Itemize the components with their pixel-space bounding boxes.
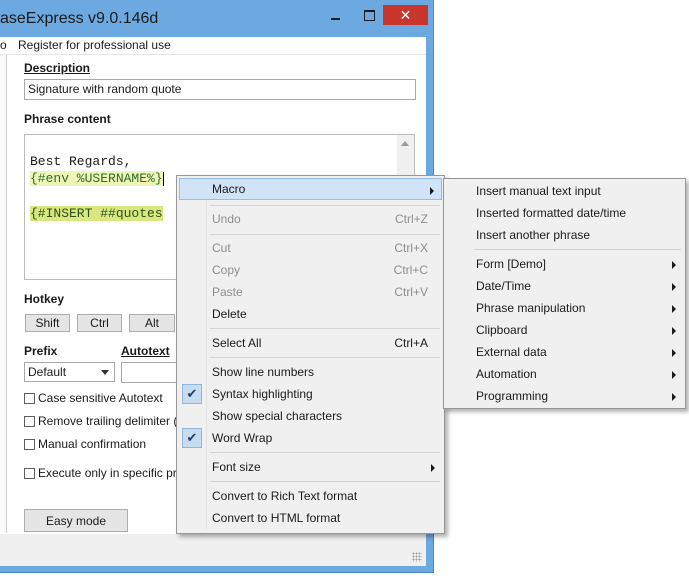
submenu-item-manual-text-input[interactable]: Insert manual text input <box>446 180 683 202</box>
execute-specific-checkbox[interactable]: Execute only in specific prog <box>24 466 190 480</box>
submenu-item-programming[interactable]: Programming <box>446 385 683 407</box>
menu-item-word-wrap[interactable]: ✔ Word Wrap <box>179 427 442 449</box>
checkbox-box[interactable] <box>24 415 35 427</box>
menu-item-help[interactable]: o <box>0 38 7 52</box>
chevron-right-icon <box>672 349 676 357</box>
submenu-item-form-demo[interactable]: Form [Demo] <box>446 253 683 275</box>
menu-separator <box>210 234 440 235</box>
checkbox-box[interactable] <box>24 392 35 404</box>
macro-insert-quotes: {#INSERT ##quotes <box>30 206 163 221</box>
hotkey-label: Hotkey <box>24 292 65 306</box>
chevron-right-icon <box>672 393 676 401</box>
chevron-right-icon <box>672 261 676 269</box>
editor-context-menu: Macro Undo Ctrl+Z Cut Ctrl+X Copy Ctrl+C… <box>176 175 445 534</box>
menu-separator <box>210 205 440 206</box>
menu-separator <box>210 481 440 482</box>
description-input[interactable]: Signature with random quote <box>24 79 416 100</box>
description-label: Description <box>24 61 91 75</box>
submenu-item-automation[interactable]: Automation <box>446 363 683 385</box>
checkmark-icon: ✔ <box>182 428 202 448</box>
minimize-icon <box>330 18 340 20</box>
menu-item-convert-rtf[interactable]: Convert to Rich Text format <box>179 485 442 507</box>
checkbox-box[interactable] <box>24 467 35 479</box>
ctrl-button[interactable]: Ctrl <box>77 314 122 332</box>
submenu-item-insert-phrase[interactable]: Insert another phrase <box>446 224 683 246</box>
chevron-right-icon <box>672 371 676 379</box>
checkbox-box[interactable] <box>24 438 35 450</box>
submenu-item-date-time[interactable]: Date/Time <box>446 275 683 297</box>
menu-item-delete[interactable]: Delete <box>179 303 442 325</box>
chevron-right-icon <box>672 283 676 291</box>
manual-confirmation-checkbox[interactable]: Manual confirmation <box>24 437 146 451</box>
menu-item-paste[interactable]: Paste Ctrl+V <box>179 281 442 303</box>
menu-item-copy[interactable]: Copy Ctrl+C <box>179 259 442 281</box>
scroll-up-icon[interactable] <box>401 141 409 146</box>
prefix-select[interactable]: Default <box>24 362 115 382</box>
chevron-right-icon <box>672 305 676 313</box>
macro-submenu: Insert manual text input Inserted format… <box>443 178 686 409</box>
window-title: aseExpress v9.0.146d <box>0 10 159 27</box>
menu-separator <box>210 357 440 358</box>
chevron-right-icon <box>430 187 434 195</box>
checkmark-icon: ✔ <box>182 384 202 404</box>
minimize-button[interactable] <box>322 5 348 25</box>
editor-line: {#INSERT ##quotes <box>30 206 163 221</box>
chevron-right-icon <box>672 327 676 335</box>
editor-line: Best Regards, <box>30 154 132 169</box>
submenu-item-formatted-date-time[interactable]: Inserted formatted date/time <box>446 202 683 224</box>
title-bar[interactable]: aseExpress v9.0.146d ✕ <box>0 0 433 37</box>
easy-mode-button[interactable]: Easy mode <box>24 509 128 532</box>
menu-item-select-all[interactable]: Select All Ctrl+A <box>179 332 442 354</box>
prefix-label: Prefix <box>24 344 58 358</box>
submenu-item-phrase-manipulation[interactable]: Phrase manipulation <box>446 297 683 319</box>
menu-bar: o Register for professional use <box>0 37 426 55</box>
maximize-icon <box>363 9 375 21</box>
submenu-item-clipboard[interactable]: Clipboard <box>446 319 683 341</box>
menu-item-syntax-highlighting[interactable]: ✔ Syntax highlighting <box>179 383 442 405</box>
macro-env-username: {#env %USERNAME%} <box>30 171 163 186</box>
autotext-input[interactable] <box>121 362 177 383</box>
menu-item-cut[interactable]: Cut Ctrl+X <box>179 237 442 259</box>
menu-item-undo[interactable]: Undo Ctrl+Z <box>179 208 442 230</box>
menu-item-register[interactable]: Register for professional use <box>18 38 171 52</box>
remove-delimiter-checkbox[interactable]: Remove trailing delimiter (po <box>24 414 191 428</box>
close-button[interactable]: ✕ <box>383 5 428 25</box>
submenu-item-external-data[interactable]: External data <box>446 341 683 363</box>
text-caret <box>162 171 164 186</box>
menu-item-show-special-characters[interactable]: Show special characters <box>179 405 442 427</box>
close-icon: ✕ <box>399 6 412 23</box>
case-sensitive-checkbox[interactable]: Case sensitive Autotext <box>24 391 163 405</box>
menu-separator <box>210 328 440 329</box>
chevron-down-icon <box>101 370 109 375</box>
menu-separator <box>210 452 440 453</box>
editor-line: {#env %USERNAME%} <box>30 171 164 186</box>
phrase-content-label: Phrase content <box>24 112 111 126</box>
shift-button[interactable]: Shift <box>25 314 70 332</box>
alt-button[interactable]: Alt <box>129 314 175 332</box>
maximize-button[interactable] <box>356 5 382 25</box>
menu-item-macro[interactable]: Macro <box>179 178 442 200</box>
menu-item-font-size[interactable]: Font size <box>179 456 442 478</box>
menu-item-show-line-numbers[interactable]: Show line numbers <box>179 361 442 383</box>
resize-grip-icon[interactable] <box>412 552 422 562</box>
status-bar <box>0 534 426 566</box>
chevron-right-icon <box>431 464 435 472</box>
autotext-label: Autotext <box>121 344 170 358</box>
phrase-tree-edge <box>0 55 7 533</box>
menu-item-convert-html[interactable]: Convert to HTML format <box>179 507 442 529</box>
menu-separator <box>474 249 681 250</box>
